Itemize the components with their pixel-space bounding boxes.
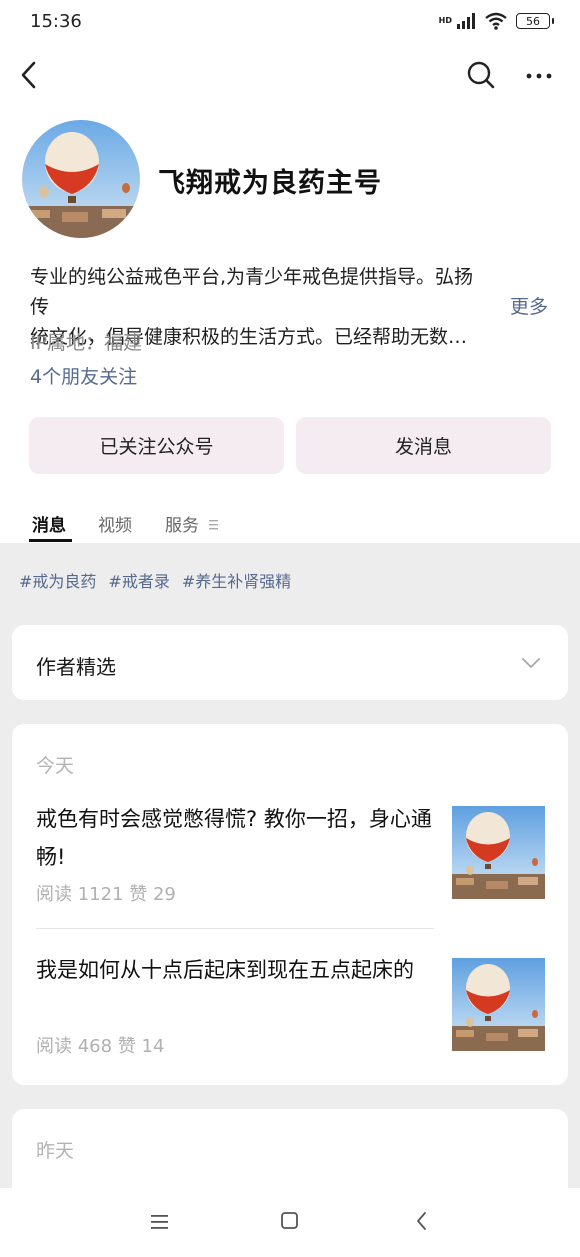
article-thumbnail[interactable]: [452, 806, 545, 899]
day-label: 昨天: [36, 1140, 75, 1162]
system-navigation-bar: [0, 1188, 580, 1257]
tab-services[interactable]: 服务: [165, 511, 220, 536]
article-divider: [36, 928, 434, 929]
article-title[interactable]: 戒色有时会感觉憋得慌? 教你一招，身心通畅!: [36, 800, 436, 876]
article-thumbnail[interactable]: [452, 958, 545, 1051]
avatar[interactable]: [22, 120, 140, 238]
article-stats: 阅读 1121 赞 29: [36, 884, 176, 905]
cellular-signal-icon: [457, 13, 475, 29]
tab-messages[interactable]: 消息: [32, 511, 66, 536]
send-message-button[interactable]: 发消息: [296, 417, 551, 474]
hot-air-balloon-image: [22, 120, 140, 238]
home-square-icon[interactable]: [280, 1211, 300, 1231]
bio-line: 专业的纯公益戒色平台,为青少年戒色提供指导。弘扬传: [30, 266, 474, 318]
article-title[interactable]: 我是如何从十点后起床到现在五点起床的: [36, 951, 436, 989]
articles-yesterday-card: [12, 1109, 568, 1199]
search-icon[interactable]: [466, 60, 496, 90]
battery-indicator: 56: [516, 13, 554, 29]
wifi-icon: [485, 12, 507, 30]
tag-link[interactable]: #戒者录: [108, 568, 169, 592]
hot-air-balloon-image: [452, 806, 545, 899]
menu-icon[interactable]: [150, 1213, 170, 1231]
status-icons: HD 56: [438, 12, 554, 30]
tag-link[interactable]: #戒为良药: [19, 568, 96, 592]
article-stats: 阅读 468 赞 14: [36, 1036, 165, 1057]
chevron-down-icon[interactable]: [520, 654, 542, 672]
author-picks-label: 作者精选: [36, 655, 116, 679]
tab-videos[interactable]: 视频: [98, 511, 132, 536]
hot-air-balloon-image: [452, 958, 545, 1051]
network-type: HD: [438, 16, 452, 25]
tab-services-label: 服务: [165, 516, 199, 536]
account-name: 飞翔戒为良药主号: [158, 168, 382, 199]
day-label: 今天: [36, 755, 75, 777]
status-time: 15:36: [30, 11, 82, 32]
topic-tags: #戒为良药 #戒者录 #养生补肾强精: [19, 568, 291, 592]
bio-more-link[interactable]: 更多: [510, 292, 548, 319]
tag-link[interactable]: #养生补肾强精: [182, 568, 291, 592]
followed-button[interactable]: 已关注公众号: [29, 417, 284, 474]
chevron-left-icon[interactable]: [16, 58, 44, 92]
more-dots-icon[interactable]: [524, 64, 554, 88]
active-tab-indicator: [29, 539, 72, 542]
friends-following[interactable]: 4个朋友关注: [30, 362, 137, 389]
system-back-icon[interactable]: [414, 1210, 430, 1232]
menu-lines-icon: [209, 520, 219, 530]
ip-location: IP属地：福建: [30, 332, 143, 354]
